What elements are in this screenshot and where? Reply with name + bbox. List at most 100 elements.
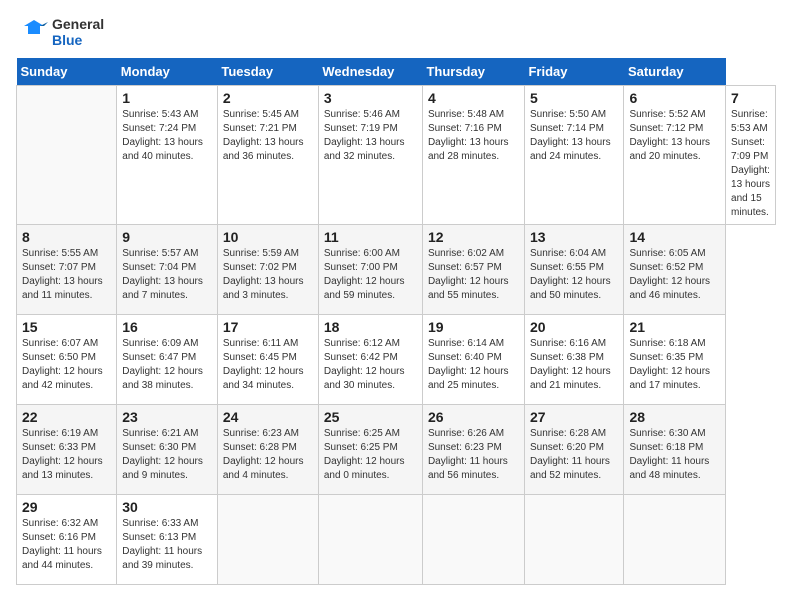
day-header-tuesday: Tuesday [217,58,318,86]
day-info: Sunrise: 5:59 AM Sunset: 7:02 PM Dayligh… [223,247,313,303]
day-cell-11: 11Sunrise: 6:00 AM Sunset: 7:00 PM Dayli… [318,225,422,315]
day-info: Sunrise: 5:52 AM Sunset: 7:12 PM Dayligh… [629,108,720,164]
day-info: Sunrise: 6:26 AM Sunset: 6:23 PM Dayligh… [428,427,519,483]
day-number: 18 [324,319,417,335]
day-info: Sunrise: 6:25 AM Sunset: 6:25 PM Dayligh… [324,427,417,483]
day-number: 13 [530,229,618,245]
day-number: 2 [223,90,313,106]
week-row-3: 15 Sunrise: 6:07 AM Sunset: 6:50 PM Dayli… [17,315,776,405]
day-cell-18: 18 Sunrise: 6:12 AM Sunset: 6:42 PM Dayli… [318,315,422,405]
day-cell-2: 2 Sunrise: 5:45 AM Sunset: 7:21 PM Daylig… [217,86,318,225]
day-number: 22 [22,409,111,425]
day-number: 17 [223,319,313,335]
day-info: Sunrise: 5:53 AM Sunset: 7:09 PM Dayligh… [731,108,770,220]
empty-cell [217,495,318,585]
day-info: Sunrise: 6:28 AM Sunset: 6:20 PM Dayligh… [530,427,618,483]
logo-blue: Blue [52,32,104,48]
day-header-sunday: Sunday [17,58,117,86]
day-number: 12 [428,229,519,245]
day-cell-15: 15 Sunrise: 6:07 AM Sunset: 6:50 PM Dayli… [17,315,117,405]
day-info: Sunrise: 6:12 AM Sunset: 6:42 PM Dayligh… [324,337,417,393]
day-cell-21: 21Sunrise: 6:18 AM Sunset: 6:35 PM Dayli… [624,315,726,405]
empty-cell [624,495,726,585]
week-row-4: 22 Sunrise: 6:19 AM Sunset: 6:33 PM Dayli… [17,405,776,495]
day-header-wednesday: Wednesday [318,58,422,86]
day-number: 29 [22,499,111,515]
day-info: Sunrise: 5:55 AM Sunset: 7:07 PM Dayligh… [22,247,111,303]
week-row-2: 8 Sunrise: 5:55 AM Sunset: 7:07 PM Daylig… [17,225,776,315]
day-cell-30: 30 Sunrise: 6:33 AM Sunset: 6:13 PM Dayli… [117,495,218,585]
day-info: Sunrise: 6:07 AM Sunset: 6:50 PM Dayligh… [22,337,111,393]
day-cell-8: 8 Sunrise: 5:55 AM Sunset: 7:07 PM Daylig… [17,225,117,315]
day-info: Sunrise: 6:19 AM Sunset: 6:33 PM Dayligh… [22,427,111,483]
day-cell-26: 26 Sunrise: 6:26 AM Sunset: 6:23 PM Dayli… [422,405,524,495]
day-number: 6 [629,90,720,106]
week-row-1: 1Sunrise: 5:43 AM Sunset: 7:24 PM Daylig… [17,86,776,225]
day-info: Sunrise: 6:09 AM Sunset: 6:47 PM Dayligh… [122,337,212,393]
day-info: Sunrise: 6:16 AM Sunset: 6:38 PM Dayligh… [530,337,618,393]
day-number: 4 [428,90,519,106]
day-number: 25 [324,409,417,425]
day-header-thursday: Thursday [422,58,524,86]
logo-general: General [52,16,104,32]
day-cell-13: 13 Sunrise: 6:04 AM Sunset: 6:55 PM Dayli… [524,225,623,315]
day-number: 10 [223,229,313,245]
day-cell-23: 23Sunrise: 6:21 AM Sunset: 6:30 PM Dayli… [117,405,218,495]
day-number: 23 [122,409,212,425]
day-cell-16: 16 Sunrise: 6:09 AM Sunset: 6:47 PM Dayli… [117,315,218,405]
day-header-monday: Monday [117,58,218,86]
day-cell-29: 29Sunrise: 6:32 AM Sunset: 6:16 PM Dayli… [17,495,117,585]
day-cell-22: 22 Sunrise: 6:19 AM Sunset: 6:33 PM Dayli… [17,405,117,495]
day-cell-12: 12Sunrise: 6:02 AM Sunset: 6:57 PM Dayli… [422,225,524,315]
day-info: Sunrise: 5:48 AM Sunset: 7:16 PM Dayligh… [428,108,519,164]
day-cell-25: 25 Sunrise: 6:25 AM Sunset: 6:25 PM Dayli… [318,405,422,495]
day-cell-27: 27 Sunrise: 6:28 AM Sunset: 6:20 PM Dayli… [524,405,623,495]
week-row-5: 29Sunrise: 6:32 AM Sunset: 6:16 PM Dayli… [17,495,776,585]
day-number: 24 [223,409,313,425]
day-info: Sunrise: 5:45 AM Sunset: 7:21 PM Dayligh… [223,108,313,164]
day-cell-7: 7 Sunrise: 5:53 AM Sunset: 7:09 PM Daylig… [726,86,776,225]
day-number: 16 [122,319,212,335]
day-info: Sunrise: 5:57 AM Sunset: 7:04 PM Dayligh… [122,247,212,303]
day-cell-10: 10 Sunrise: 5:59 AM Sunset: 7:02 PM Dayli… [217,225,318,315]
day-number: 28 [629,409,720,425]
day-number: 11 [324,229,417,245]
day-cell-5: 5Sunrise: 5:50 AM Sunset: 7:14 PM Daylig… [524,86,623,225]
day-number: 14 [629,229,720,245]
day-info: Sunrise: 6:33 AM Sunset: 6:13 PM Dayligh… [122,517,212,573]
day-cell-14: 14 Sunrise: 6:05 AM Sunset: 6:52 PM Dayli… [624,225,726,315]
day-info: Sunrise: 6:11 AM Sunset: 6:45 PM Dayligh… [223,337,313,393]
day-number: 1 [122,90,212,106]
empty-cell [422,495,524,585]
empty-cell [17,86,117,225]
day-info: Sunrise: 6:14 AM Sunset: 6:40 PM Dayligh… [428,337,519,393]
page-header: General Blue [16,16,776,48]
logo: General Blue [16,16,104,48]
day-cell-20: 20Sunrise: 6:16 AM Sunset: 6:38 PM Dayli… [524,315,623,405]
day-cell-24: 24 Sunrise: 6:23 AM Sunset: 6:28 PM Dayli… [217,405,318,495]
day-info: Sunrise: 5:46 AM Sunset: 7:19 PM Dayligh… [324,108,417,164]
day-number: 27 [530,409,618,425]
day-number: 3 [324,90,417,106]
day-number: 19 [428,319,519,335]
day-info: Sunrise: 6:30 AM Sunset: 6:18 PM Dayligh… [629,427,720,483]
day-number: 8 [22,229,111,245]
calendar-header-row: SundayMondayTuesdayWednesdayThursdayFrid… [17,58,776,86]
day-number: 21 [629,319,720,335]
day-cell-3: 3 Sunrise: 5:46 AM Sunset: 7:19 PM Daylig… [318,86,422,225]
day-number: 9 [122,229,212,245]
day-number: 26 [428,409,519,425]
calendar-table: SundayMondayTuesdayWednesdayThursdayFrid… [16,58,776,585]
day-number: 7 [731,90,770,106]
day-cell-4: 4 Sunrise: 5:48 AM Sunset: 7:16 PM Daylig… [422,86,524,225]
day-info: Sunrise: 5:50 AM Sunset: 7:14 PM Dayligh… [530,108,618,164]
day-info: Sunrise: 6:05 AM Sunset: 6:52 PM Dayligh… [629,247,720,303]
day-header-friday: Friday [524,58,623,86]
day-info: Sunrise: 6:04 AM Sunset: 6:55 PM Dayligh… [530,247,618,303]
day-cell-6: 6 Sunrise: 5:52 AM Sunset: 7:12 PM Daylig… [624,86,726,225]
day-number: 15 [22,319,111,335]
day-number: 30 [122,499,212,515]
logo-bird-icon [16,16,48,48]
day-info: Sunrise: 6:23 AM Sunset: 6:28 PM Dayligh… [223,427,313,483]
empty-cell [524,495,623,585]
